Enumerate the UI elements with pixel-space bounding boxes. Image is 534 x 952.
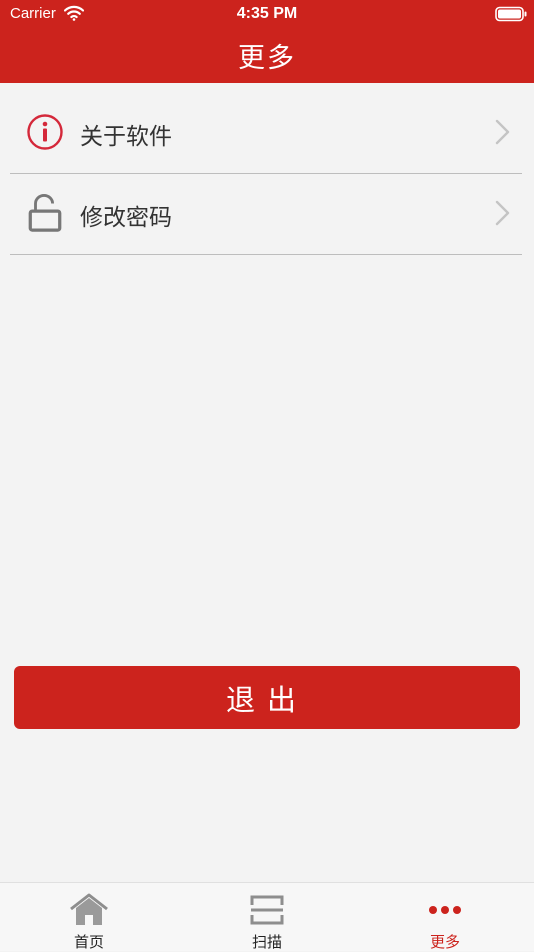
- page-title: 更多: [238, 43, 296, 74]
- battery-icon: [495, 6, 527, 22]
- chevron-right-icon: [495, 119, 510, 145]
- chevron-right-icon: [495, 200, 510, 226]
- tab-more[interactable]: 更多: [356, 883, 534, 951]
- tab-bar: 首页 扫描 更多: [0, 882, 534, 951]
- unlock-icon: [28, 194, 62, 232]
- tab-label: 扫描: [251, 933, 282, 951]
- scan-icon: [250, 895, 284, 925]
- settings-menu: 关于软件 修改密码: [0, 93, 534, 255]
- menu-item-change-password[interactable]: 修改密码: [10, 174, 522, 255]
- menu-item-label: 修改密码: [80, 205, 172, 231]
- home-icon: [70, 893, 108, 925]
- info-icon: [27, 114, 63, 150]
- logout-button[interactable]: 退出: [14, 666, 520, 729]
- tab-label: 首页: [73, 933, 104, 951]
- status-bar: Carrier 4:35 PM: [0, 0, 534, 28]
- menu-item-label: 关于软件: [80, 124, 172, 150]
- tab-label: 更多: [429, 933, 460, 951]
- status-time: 4:35 PM: [236, 5, 298, 22]
- tab-home[interactable]: 首页: [0, 883, 178, 951]
- more-icon: [429, 906, 461, 914]
- menu-item-about[interactable]: 关于软件: [10, 93, 522, 174]
- header: Carrier 4:35 PM 更多: [0, 0, 534, 83]
- tab-scan[interactable]: 扫描: [178, 883, 356, 951]
